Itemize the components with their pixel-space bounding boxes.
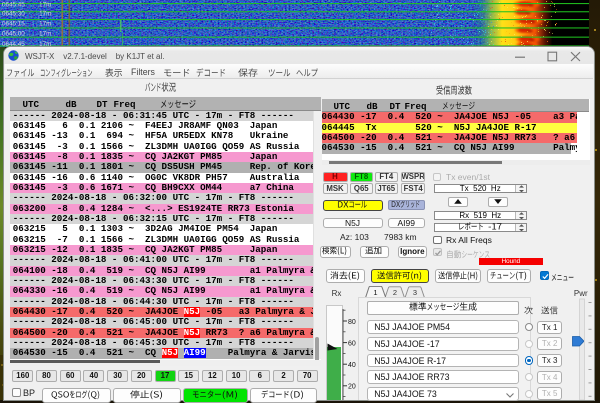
svg-text:40: 40 (348, 362, 356, 369)
svg-text:60: 60 (348, 340, 356, 347)
svg-text:3: 3 (413, 288, 417, 297)
svg-text:1: 1 (373, 288, 377, 297)
svg-text:20: 20 (348, 384, 356, 391)
svg-text:80: 80 (348, 319, 356, 326)
svg-text:2: 2 (393, 288, 397, 297)
